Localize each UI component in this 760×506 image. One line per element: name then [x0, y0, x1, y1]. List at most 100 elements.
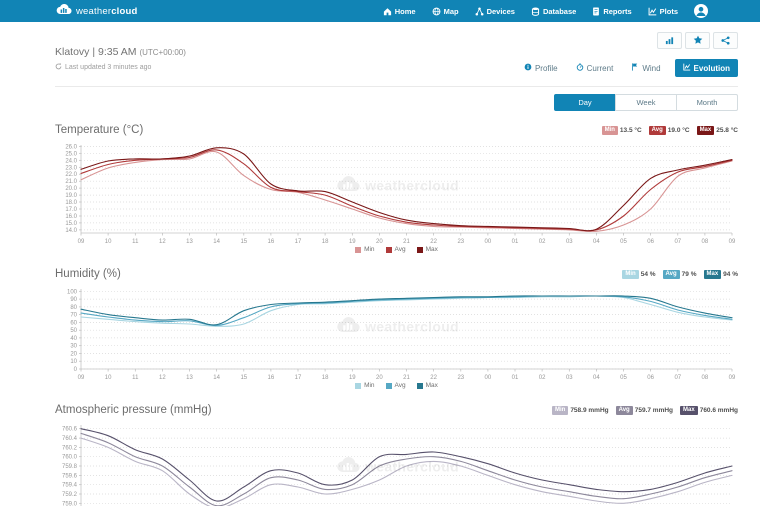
humidity-title: Humidity (%) — [55, 268, 121, 280]
nav-item-devices[interactable]: Devices — [475, 7, 515, 16]
database-icon — [531, 7, 540, 16]
svg-text:18: 18 — [322, 375, 329, 381]
svg-text:50: 50 — [70, 328, 77, 334]
svg-text:760.6: 760.6 — [62, 427, 78, 433]
share-icon — [721, 32, 730, 50]
svg-text:13: 13 — [186, 239, 193, 245]
pressure-title: Atmospheric pressure (mmHg) — [55, 404, 212, 416]
svg-text:05: 05 — [620, 375, 627, 381]
user-avatar[interactable] — [694, 4, 708, 18]
hum-avg-stat: Avg79 % — [663, 270, 697, 279]
nav-item-plots[interactable]: Plots — [648, 7, 678, 16]
legend-item-avg[interactable]: Avg — [386, 382, 406, 389]
svg-text:70: 70 — [70, 313, 77, 319]
header-divider — [55, 86, 738, 87]
svg-text:12: 12 — [159, 239, 166, 245]
legend-swatch — [355, 383, 361, 389]
pressure-chart: 760.6760.4760.2760.0759.8759.6759.4759.2… — [55, 421, 738, 506]
temp-min-badge: Min — [602, 126, 618, 135]
svg-text:03: 03 — [566, 375, 573, 381]
svg-text:760.2: 760.2 — [62, 445, 78, 451]
view-wind[interactable]: Wind — [627, 60, 664, 76]
svg-text:15: 15 — [240, 375, 247, 381]
svg-text:04: 04 — [593, 375, 600, 381]
svg-text:06: 06 — [647, 375, 654, 381]
legend-item-max[interactable]: Max — [417, 382, 438, 389]
svg-text:14.0: 14.0 — [65, 228, 77, 234]
svg-text:18: 18 — [322, 239, 329, 245]
view-evolution[interactable]: Evolution — [675, 59, 738, 77]
temp-avg-badge: Avg — [649, 126, 666, 135]
svg-text:07: 07 — [674, 239, 681, 245]
svg-text:22.0: 22.0 — [65, 172, 77, 178]
nav-item-database[interactable]: Database — [531, 7, 576, 16]
hum-max-stat: Max94 % — [704, 270, 739, 279]
svg-text:90: 90 — [70, 297, 77, 303]
svg-text:09: 09 — [729, 239, 736, 245]
svg-text:20: 20 — [376, 239, 383, 245]
svg-text:22: 22 — [430, 375, 437, 381]
hum-max-badge: Max — [704, 270, 722, 279]
svg-text:100: 100 — [67, 289, 78, 295]
tab-day[interactable]: Day — [554, 94, 616, 111]
temperature-title: Temperature (°C) — [55, 124, 143, 136]
rankings-button[interactable] — [657, 32, 682, 49]
press-avg-badge: Avg — [616, 406, 633, 415]
svg-text:11: 11 — [132, 239, 139, 245]
legend-swatch — [355, 247, 361, 253]
svg-text:21.0: 21.0 — [65, 179, 77, 185]
svg-text:09: 09 — [78, 239, 85, 245]
svg-text:19: 19 — [349, 239, 356, 245]
tab-month[interactable]: Month — [676, 94, 738, 111]
svg-text:07: 07 — [674, 375, 681, 381]
svg-text:18.0: 18.0 — [65, 200, 77, 206]
svg-text:15.0: 15.0 — [65, 221, 77, 227]
stopwatch-icon — [576, 63, 584, 73]
svg-text:09: 09 — [729, 375, 736, 381]
header-icon-buttons — [657, 32, 738, 49]
svg-text:10: 10 — [105, 239, 112, 245]
svg-text:23: 23 — [457, 375, 464, 381]
nav-item-home[interactable]: Home — [383, 7, 416, 16]
svg-text:03: 03 — [566, 239, 573, 245]
view-profile[interactable]: Profile — [520, 60, 562, 76]
share-button[interactable] — [713, 32, 738, 49]
svg-text:23: 23 — [457, 239, 464, 245]
period-tabs: Day Week Month — [554, 94, 738, 111]
info-icon — [524, 63, 532, 73]
header-actions: Profile Current Wind Evolution — [520, 32, 738, 77]
weathercloud-logo[interactable]: weathercloud — [55, 2, 138, 20]
svg-text:23.0: 23.0 — [65, 165, 77, 171]
temperature-stats: Min13.5 °C Avg19.0 °C Max25.8 °C — [602, 126, 738, 135]
nav-item-reports[interactable]: Reports — [592, 7, 631, 16]
svg-text:11: 11 — [132, 375, 139, 381]
svg-text:17.0: 17.0 — [65, 207, 77, 213]
star-icon — [693, 32, 703, 50]
station-title: Klatovy | 9:35 AM (UTC+00:00) — [55, 46, 186, 58]
svg-text:16.0: 16.0 — [65, 214, 77, 220]
legend-item-min[interactable]: Min — [355, 246, 374, 253]
tab-week[interactable]: Week — [615, 94, 677, 111]
globe-icon — [432, 7, 441, 16]
svg-text:05: 05 — [620, 239, 627, 245]
legend-item-min[interactable]: Min — [355, 382, 374, 389]
top-navbar: weathercloud Home Map Devices Database R… — [0, 0, 760, 22]
svg-text:04: 04 — [593, 239, 600, 245]
humidity-plot: 1009080706050403020100091011121314151617… — [55, 285, 738, 382]
view-current[interactable]: Current — [572, 60, 618, 76]
legend-item-max[interactable]: Max — [417, 246, 438, 253]
svg-text:00: 00 — [485, 239, 492, 245]
svg-text:20.0: 20.0 — [65, 186, 77, 192]
pressure-plot: 760.6760.4760.2760.0759.8759.6759.4759.2… — [55, 421, 738, 506]
favorite-button[interactable] — [685, 32, 710, 49]
hum-avg-badge: Avg — [663, 270, 680, 279]
svg-text:10: 10 — [70, 359, 77, 365]
svg-text:80: 80 — [70, 305, 77, 311]
svg-text:759.6: 759.6 — [62, 473, 78, 479]
main-content: Klatovy | 9:35 AM (UTC+00:00) Last updat… — [0, 32, 760, 506]
nav-item-map[interactable]: Map — [432, 7, 459, 16]
svg-text:0: 0 — [74, 367, 78, 373]
legend-item-avg[interactable]: Avg — [386, 246, 406, 253]
last-updated: Last updated 3 minutes ago — [55, 63, 186, 72]
humidity-stats: Min54 % Avg79 % Max94 % — [622, 270, 738, 279]
